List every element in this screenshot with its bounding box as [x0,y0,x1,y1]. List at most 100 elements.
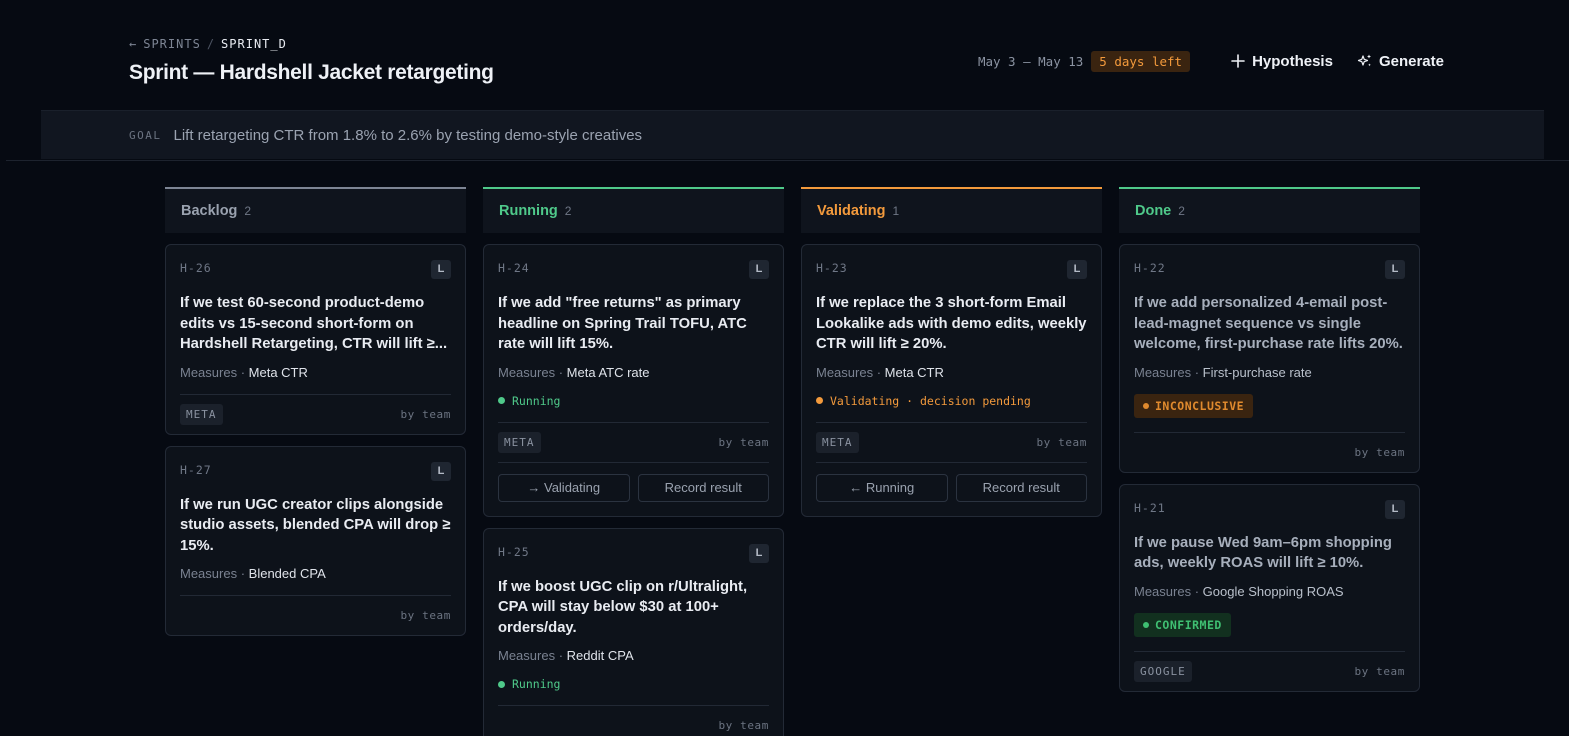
size-badge: L [749,260,769,279]
hypothesis-card[interactable]: H-25 L If we boost UGC clip on r/Ultrali… [483,527,784,736]
column-header-validating: Validating 1 [801,187,1102,233]
add-hypothesis-button[interactable]: Hypothesis [1230,53,1333,70]
page-title: Sprint — Hardshell Jacket retargeting [129,61,494,84]
metric-name: Meta ATC rate [566,364,650,380]
hypothesis-card[interactable]: H-21 L If we pause Wed 9am–6pm shopping … [1119,483,1420,692]
goal-bar: GOAL Lift retargeting CTR from 1.8% to 2… [41,110,1544,159]
card-measures: Measures · Blended CPA [180,566,451,581]
column-done: Done 2 H-22 L If we add personalized 4-e… [1119,187,1420,692]
card-footer: META by team [816,421,1087,462]
metric-name: Meta CTR [884,364,944,380]
move-to-running-button[interactable]: ← Running [816,473,948,502]
status-dot-icon [498,397,505,404]
card-footer: META by team [498,421,769,462]
card-measures: Measures · Meta ATC rate [498,365,769,380]
card-id: H-23 [816,261,848,275]
hypothesis-card[interactable]: H-24 L If we add "free returns" as prima… [483,244,784,517]
record-result-button[interactable]: Record result [637,473,769,502]
card-footer: META by team [180,393,451,434]
column-header-done: Done 2 [1119,187,1420,233]
column-header-backlog: Backlog 2 [165,187,466,233]
generate-button[interactable]: Generate [1357,53,1444,70]
card-hypothesis: If we boost UGC clip on r/Ultralight, CP… [498,578,748,636]
size-badge: L [1385,260,1405,279]
card-id: H-22 [1134,261,1166,275]
measures-label: Measures · [816,364,882,380]
card-measures: Measures · Meta CTR [816,365,1087,380]
record-result-button[interactable]: Record result [955,473,1087,502]
column-running: Running 2 H-24 L If we add "free returns… [483,187,784,736]
measures-label: Measures · [180,364,246,380]
result-dot-icon [1143,402,1149,409]
card-hypothesis: If we replace the 3 short-form Email Loo… [816,295,1087,352]
card-measures: Measures · Google Shopping ROAS [1134,584,1405,599]
sprint-dates: May 3 – May 13 [977,53,1084,69]
generate-label: Generate [1378,52,1444,70]
size-badge: L [749,543,769,563]
result-text: INCONCLUSIVE [1155,398,1245,413]
result-badge: CONFIRMED [1134,612,1231,637]
back-arrow-icon[interactable]: ← [129,37,137,51]
status-indicator: Running [498,394,769,408]
card-id: H-21 [1134,500,1166,515]
card-hypothesis: If we test 60-second product-demo edits … [180,295,448,352]
size-badge: L [431,461,451,481]
move-to-validating-button[interactable]: → Validating [498,473,630,502]
card-id: H-26 [180,261,212,275]
card-actions: → Validating Record result [498,461,769,516]
card-footer: by team [1134,431,1405,472]
card-measures: Measures · First-purchase rate [1134,365,1405,380]
card-hypothesis: If we run UGC creator clips alongside st… [180,496,451,554]
result-dot-icon [1143,621,1149,628]
card-owner: by team [1354,445,1405,459]
metric-name: Meta CTR [248,364,308,380]
metric-name: First-purchase rate [1202,364,1312,380]
breadcrumb-sprints-link[interactable]: SPRINTS [143,37,201,51]
card-measures: Measures · Reddit CPA [498,648,769,663]
days-left-badge: 5 days left [1091,50,1191,72]
status-dot-icon [816,397,823,404]
card-hypothesis: If we add "free returns" as primary head… [498,295,747,352]
card-footer: by team [498,705,769,736]
status-dot-icon [498,680,505,688]
platform-tag: META [498,431,541,453]
card-owner: by team [1354,664,1405,678]
card-owner: by team [400,407,451,421]
card-owner: by team [1036,435,1087,449]
measures-label: Measures · [1134,364,1200,380]
card-id: H-25 [498,544,530,559]
column-title: Running [499,203,558,219]
breadcrumb-separator: / [206,37,216,51]
sparkles-icon [1357,54,1371,67]
measures-label: Measures · [180,566,246,581]
column-backlog: Backlog 2 H-26 L If we test 60-second pr… [165,187,466,636]
card-owner: by team [400,609,451,622]
platform-tag: META [180,403,223,425]
card-hypothesis: If we pause Wed 9am–6pm shopping ads, we… [1134,534,1392,572]
column-count: 2 [244,204,252,218]
breadcrumb: ← SPRINTS / SPRINT_D [129,37,287,51]
status-text: Running [512,393,561,408]
card-owner: by team [718,435,769,449]
column-validating: Validating 1 H-23 L If we replace the 3 … [801,187,1102,517]
column-title: Backlog [181,203,238,219]
hypothesis-card[interactable]: H-22 L If we add personalized 4-email po… [1119,244,1420,473]
breadcrumb-current: SPRINT_D [221,37,287,51]
column-count: 2 [1178,204,1185,218]
header-actions: May 3 – May 13 5 days left Hypothesis Ge… [978,50,1444,72]
hypothesis-card[interactable]: H-27 L If we run UGC creator clips along… [165,445,466,636]
card-measures: Measures · Meta CTR [180,365,451,380]
status-indicator: Validating · decision pending [816,394,1087,408]
metric-name: Google Shopping ROAS [1202,583,1344,599]
card-footer: GOOGLE by team [1134,650,1405,691]
column-title: Validating [817,203,886,219]
hypothesis-card[interactable]: H-23 L If we replace the 3 short-form Em… [801,244,1102,517]
card-id: H-24 [498,261,530,275]
hypothesis-card[interactable]: H-26 L If we test 60-second product-demo… [165,244,466,435]
measures-label: Measures · [1134,583,1200,599]
measures-label: Measures · [498,648,564,663]
card-actions: ← Running Record result [816,461,1087,516]
divider [6,160,1569,161]
card-id: H-27 [180,462,212,477]
goal-text: Lift retargeting CTR from 1.8% to 2.6% b… [173,126,643,144]
